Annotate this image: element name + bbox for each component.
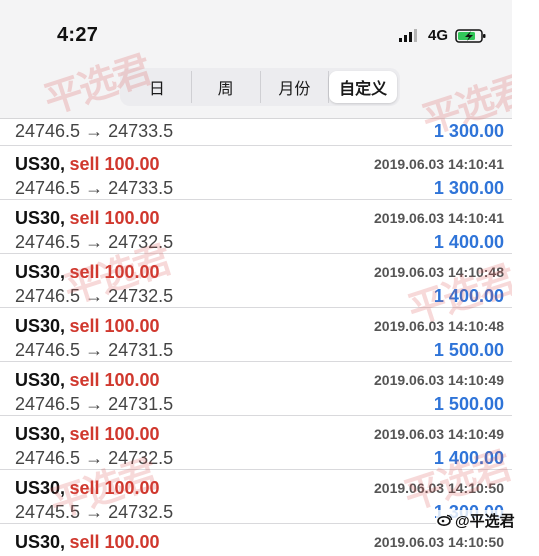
trade-row[interactable]: US30, sell 100.00 2019.06.03 14:10:48 24… xyxy=(0,308,512,362)
trade-datetime: 2019.06.03 14:10:49 xyxy=(374,426,504,442)
trade-datetime: 2019.06.03 14:10:48 xyxy=(374,318,504,334)
tab-month[interactable]: 月份 xyxy=(261,71,330,103)
price-range: 24746.5 → 24731.5 xyxy=(15,339,174,360)
trade-symbol: US30, xyxy=(15,207,66,228)
trade-detail: 24746.5 → 24731.5 1 500.00 xyxy=(15,393,504,415)
trade-datetime: 2019.06.03 14:10:50 xyxy=(374,480,504,496)
trade-header: US30, sell 100.00 2019.06.03 14:10:49 xyxy=(15,370,504,390)
price-range: 24746.5 → 24732.5 xyxy=(15,447,174,468)
trade-symbol: US30, xyxy=(15,477,66,498)
trade-row[interactable]: US30, sell 100.00 2019.06.03 14:10:49 24… xyxy=(0,362,512,416)
price-range: 24746.5 → 24733.5 xyxy=(15,120,174,141)
profit-value: 1 400.00 xyxy=(433,447,504,468)
profit-value: 1 300.00 xyxy=(433,120,504,141)
profit-value: 1 300.00 xyxy=(433,177,504,198)
trade-header: US30, sell 100.00 2019.06.03 14:10:49 xyxy=(15,424,504,444)
trade-row[interactable]: US30, sell 100.00 2019.06.03 14:10:49 24… xyxy=(0,416,512,470)
price-range: 24746.5 → 24733.5 xyxy=(15,177,174,198)
trade-datetime: 2019.06.03 14:10:49 xyxy=(374,372,504,388)
trade-row[interactable]: US30, sell 100.00 2019.06.03 14:10:41 24… xyxy=(0,200,512,254)
trade-title: US30, sell 100.00 xyxy=(15,316,160,337)
trade-row[interactable]: US30, sell 100.00 2019.06.03 14:10:48 24… xyxy=(0,254,512,308)
trade-header: US30, sell 100.00 2019.06.03 14:10:41 xyxy=(15,208,504,228)
trade-symbol: US30, xyxy=(15,315,66,336)
price-range: 24746.5 → 24732.5 xyxy=(15,231,174,252)
trade-symbol: US30, xyxy=(15,423,66,444)
trade-side: sell 100.00 xyxy=(69,477,160,498)
trade-datetime: 2019.06.03 14:10:48 xyxy=(374,264,504,280)
trade-side: sell 100.00 xyxy=(69,531,160,552)
trade-title: US30, sell 100.00 xyxy=(15,208,160,229)
trade-header: US30, sell 100.00 2019.06.03 14:10:48 xyxy=(15,316,504,336)
price-range: 24745.5 → 24732.5 xyxy=(15,501,174,522)
trade-symbol: US30, xyxy=(15,153,66,174)
trade-title: US30, sell 100.00 xyxy=(15,262,160,283)
trade-symbol: US30, xyxy=(15,531,66,552)
trade-side: sell 100.00 xyxy=(69,315,160,336)
trade-side: sell 100.00 xyxy=(69,423,160,444)
tab-week[interactable]: 周 xyxy=(192,71,261,103)
profit-value: 1 400.00 xyxy=(433,285,504,306)
trade-detail: 24745.5 → 24732.5 1 300.00 xyxy=(15,501,504,523)
trade-list[interactable]: 24746.5 → 24733.5 1 300.00 US30, sell 10… xyxy=(0,118,512,556)
trade-side: sell 100.00 xyxy=(69,369,160,390)
profit-value: 1 500.00 xyxy=(433,393,504,414)
trade-title: US30, sell 100.00 xyxy=(15,154,160,175)
period-tabs: 日 周 月份 自定义 xyxy=(120,68,400,106)
profit-value: 1 400.00 xyxy=(433,231,504,252)
price-range: 24746.5 → 24731.5 xyxy=(15,393,174,414)
trade-row[interactable]: US30, sell 100.00 2019.06.03 14:10:41 24… xyxy=(0,146,512,200)
trade-header: US30, sell 100.00 2019.06.03 14:10:41 xyxy=(15,154,504,174)
trade-header: US30, sell 100.00 2019.06.03 14:10:48 xyxy=(15,262,504,282)
signal-icon xyxy=(398,29,417,42)
battery-charging-icon xyxy=(455,29,486,43)
trade-symbol: US30, xyxy=(15,261,66,282)
trade-header: US30, sell 100.00 2019.06.03 14:10:50 xyxy=(15,532,504,552)
trade-detail: 24746.5 → 24732.5 1 400.00 xyxy=(15,231,504,253)
trade-row-partial-detail: 24746.5 → 24733.5 1 300.00 xyxy=(15,120,504,142)
status-time: 4:27 xyxy=(57,24,99,46)
price-range: 24746.5 → 24732.5 xyxy=(15,285,174,306)
top-bar: 4:27 4G 日 周 月份 自定义 xyxy=(0,0,512,119)
trade-row-partial[interactable]: 24746.5 → 24733.5 1 300.00 xyxy=(0,118,512,146)
trade-datetime: 2019.06.03 14:10:41 xyxy=(374,156,504,172)
trade-detail: 24746.5 → 24733.5 1 300.00 xyxy=(15,177,504,199)
trade-datetime: 2019.06.03 14:10:50 xyxy=(374,534,504,550)
trade-side: sell 100.00 xyxy=(69,207,160,228)
tab-custom[interactable]: 自定义 xyxy=(329,71,397,103)
trade-symbol: US30, xyxy=(15,369,66,390)
trade-title: US30, sell 100.00 xyxy=(15,370,160,391)
tab-day[interactable]: 日 xyxy=(123,71,192,103)
status-indicators: 4G xyxy=(398,26,487,46)
trade-row[interactable]: US30, sell 100.00 2019.06.03 14:10:50 24… xyxy=(0,470,512,524)
trade-detail: 24746.5 → 24732.5 1 400.00 xyxy=(15,285,504,307)
trade-side: sell 100.00 xyxy=(69,153,160,174)
trade-side: sell 100.00 xyxy=(69,261,160,282)
profit-value: 1 300.00 xyxy=(433,501,504,522)
trade-history-screen: 4:27 4G 日 周 月份 自定义 24746.5 → 24733.5 1 3… xyxy=(0,0,512,556)
trade-row[interactable]: US30, sell 100.00 2019.06.03 14:10:50 xyxy=(0,524,512,556)
trade-title: US30, sell 100.00 xyxy=(15,424,160,445)
trade-datetime: 2019.06.03 14:10:41 xyxy=(374,210,504,226)
trade-detail: 24746.5 → 24731.5 1 500.00 xyxy=(15,339,504,361)
network-label: 4G xyxy=(427,27,448,44)
trade-title: US30, sell 100.00 xyxy=(15,532,160,553)
trade-detail: 24746.5 → 24732.5 1 400.00 xyxy=(15,447,504,469)
trade-title: US30, sell 100.00 xyxy=(15,478,160,499)
profit-value: 1 500.00 xyxy=(433,339,504,360)
trade-header: US30, sell 100.00 2019.06.03 14:10:50 xyxy=(15,478,504,498)
